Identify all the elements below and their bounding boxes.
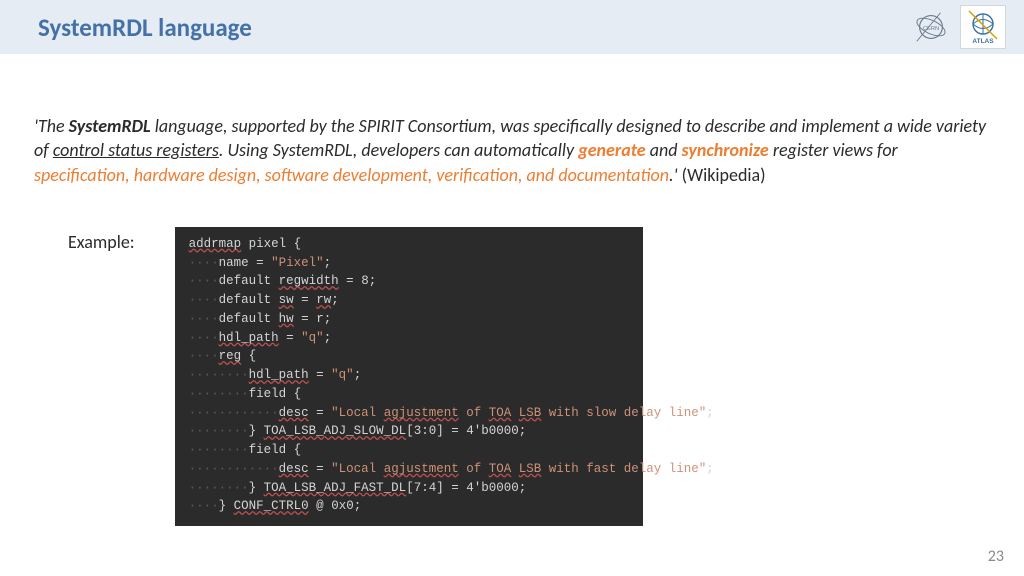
svg-text:ATLAS: ATLAS (972, 38, 994, 45)
example-row: Example: addrmap pixel { ····name = "Pix… (68, 227, 990, 526)
slide-body: 'The SystemRDL language, supported by th… (0, 54, 1024, 526)
text-bold: SystemRDL (69, 115, 151, 137)
atlas-logo-icon: ATLAS (960, 5, 1006, 49)
code-block: addrmap pixel { ····name = "Pixel"; ····… (175, 227, 643, 526)
cern-logo-icon: CERN (908, 5, 954, 49)
text-highlight-italic: specification, hardware design, software… (34, 164, 669, 186)
text: .' (669, 164, 682, 186)
page-number: 23 (988, 547, 1004, 566)
text: register views for (769, 139, 898, 161)
svg-text:CERN: CERN (923, 26, 939, 32)
text-underline: control status registers (53, 139, 219, 161)
text-highlight: synchronize (682, 139, 769, 161)
text: . Using SystemRDL, developers can automa… (219, 139, 578, 161)
logo-group: CERN ATLAS (908, 5, 1006, 49)
text: and (646, 139, 682, 161)
text: 'The (34, 115, 69, 137)
text-highlight: generate (578, 139, 645, 161)
slide-header: SystemRDL language CERN ATLAS (0, 0, 1024, 54)
citation: (Wikipedia) (682, 164, 766, 186)
example-label: Example: (68, 231, 135, 253)
slide-title: SystemRDL language (38, 12, 252, 43)
quote-paragraph: 'The SystemRDL language, supported by th… (34, 114, 990, 187)
